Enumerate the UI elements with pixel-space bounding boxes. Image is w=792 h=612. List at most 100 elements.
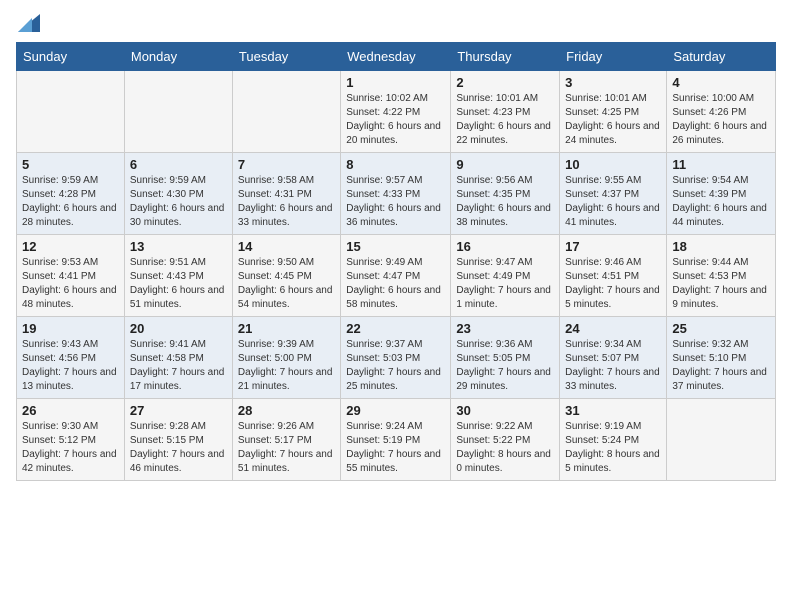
day-number: 8	[346, 157, 445, 172]
day-cell: 28 Sunrise: 9:26 AM Sunset: 5:17 PM Dayli…	[232, 399, 340, 481]
day-number: 21	[238, 321, 335, 336]
day-info: Sunrise: 9:32 AM Sunset: 5:10 PM Dayligh…	[672, 338, 770, 394]
day-number: 27	[130, 403, 227, 418]
day-info: Sunrise: 9:22 AM Sunset: 5:22 PM Dayligh…	[456, 420, 554, 476]
day-info: Sunrise: 9:56 AM Sunset: 4:35 PM Dayligh…	[456, 174, 554, 230]
day-cell: 12Sunrise: 9:53 AM Sunset: 4:41 PM Dayli…	[17, 235, 125, 317]
weekday-header-tuesday: Tuesday	[232, 43, 340, 71]
day-cell: 13 Sunrise: 9:51 AM Sunset: 4:43 PM Dayli…	[124, 235, 232, 317]
day-number: 19	[22, 321, 119, 336]
day-number: 15	[346, 239, 445, 254]
day-cell: 7 Sunrise: 9:58 AM Sunset: 4:31 PM Daylig…	[232, 153, 340, 235]
day-number: 25	[672, 321, 770, 336]
day-cell: 5Sunrise: 9:59 AM Sunset: 4:28 PM Daylig…	[17, 153, 125, 235]
day-number: 14	[238, 239, 335, 254]
day-number: 9	[456, 157, 554, 172]
day-cell: 23 Sunrise: 9:36 AM Sunset: 5:05 PM Dayli…	[451, 317, 560, 399]
day-cell: 22 Sunrise: 9:37 AM Sunset: 5:03 PM Dayli…	[341, 317, 451, 399]
day-cell: 14 Sunrise: 9:50 AM Sunset: 4:45 PM Dayli…	[232, 235, 340, 317]
day-number: 10	[565, 157, 661, 172]
day-info: Sunrise: 9:30 AM Sunset: 5:12 PM Dayligh…	[22, 420, 119, 476]
day-cell: 4 Sunrise: 10:00 AM Sunset: 4:26 PM Dayli…	[667, 71, 776, 153]
day-info: Sunrise: 9:54 AM Sunset: 4:39 PM Dayligh…	[672, 174, 770, 230]
day-info: Sunrise: 9:41 AM Sunset: 4:58 PM Dayligh…	[130, 338, 227, 394]
weekday-header-row: SundayMondayTuesdayWednesdayThursdayFrid…	[17, 43, 776, 71]
day-info: Sunrise: 9:44 AM Sunset: 4:53 PM Dayligh…	[672, 256, 770, 312]
day-number: 29	[346, 403, 445, 418]
weekday-header-friday: Friday	[560, 43, 667, 71]
week-row-1: 1 Sunrise: 10:02 AM Sunset: 4:22 PM Dayli…	[17, 71, 776, 153]
day-cell: 26Sunrise: 9:30 AM Sunset: 5:12 PM Dayli…	[17, 399, 125, 481]
day-cell: 10Sunrise: 9:55 AM Sunset: 4:37 PM Dayli…	[560, 153, 667, 235]
day-cell: 6 Sunrise: 9:59 AM Sunset: 4:30 PM Daylig…	[124, 153, 232, 235]
day-number: 18	[672, 239, 770, 254]
day-cell	[17, 71, 125, 153]
week-row-3: 12Sunrise: 9:53 AM Sunset: 4:41 PM Dayli…	[17, 235, 776, 317]
day-info: Sunrise: 9:19 AM Sunset: 5:24 PM Dayligh…	[565, 420, 661, 476]
day-info: Sunrise: 9:58 AM Sunset: 4:31 PM Dayligh…	[238, 174, 335, 230]
day-info: Sunrise: 9:24 AM Sunset: 5:19 PM Dayligh…	[346, 420, 445, 476]
day-cell: 21 Sunrise: 9:39 AM Sunset: 5:00 PM Dayli…	[232, 317, 340, 399]
day-number: 30	[456, 403, 554, 418]
day-info: Sunrise: 10:01 AM Sunset: 4:25 PM Daylig…	[565, 92, 661, 148]
day-info: Sunrise: 9:47 AM Sunset: 4:49 PM Dayligh…	[456, 256, 554, 312]
day-info: Sunrise: 9:34 AM Sunset: 5:07 PM Dayligh…	[565, 338, 661, 394]
day-number: 13	[130, 239, 227, 254]
day-cell: 25 Sunrise: 9:32 AM Sunset: 5:10 PM Dayli…	[667, 317, 776, 399]
day-number: 17	[565, 239, 661, 254]
weekday-header-sunday: Sunday	[17, 43, 125, 71]
day-number: 28	[238, 403, 335, 418]
day-cell: 2 Sunrise: 10:01 AM Sunset: 4:23 PM Dayli…	[451, 71, 560, 153]
day-number: 7	[238, 157, 335, 172]
day-info: Sunrise: 10:00 AM Sunset: 4:26 PM Daylig…	[672, 92, 770, 148]
header	[16, 16, 776, 32]
day-cell: 17Sunrise: 9:46 AM Sunset: 4:51 PM Dayli…	[560, 235, 667, 317]
day-number: 16	[456, 239, 554, 254]
day-number: 11	[672, 157, 770, 172]
day-number: 2	[456, 75, 554, 90]
day-cell: 11 Sunrise: 9:54 AM Sunset: 4:39 PM Dayli…	[667, 153, 776, 235]
day-info: Sunrise: 10:01 AM Sunset: 4:23 PM Daylig…	[456, 92, 554, 148]
day-number: 22	[346, 321, 445, 336]
weekday-header-thursday: Thursday	[451, 43, 560, 71]
day-number: 4	[672, 75, 770, 90]
week-row-5: 26Sunrise: 9:30 AM Sunset: 5:12 PM Dayli…	[17, 399, 776, 481]
day-number: 20	[130, 321, 227, 336]
day-cell: 18 Sunrise: 9:44 AM Sunset: 4:53 PM Dayli…	[667, 235, 776, 317]
day-number: 1	[346, 75, 445, 90]
day-info: Sunrise: 9:49 AM Sunset: 4:47 PM Dayligh…	[346, 256, 445, 312]
day-cell: 8 Sunrise: 9:57 AM Sunset: 4:33 PM Daylig…	[341, 153, 451, 235]
week-row-4: 19 Sunrise: 9:43 AM Sunset: 4:56 PM Dayli…	[17, 317, 776, 399]
day-info: Sunrise: 9:50 AM Sunset: 4:45 PM Dayligh…	[238, 256, 335, 312]
day-cell	[667, 399, 776, 481]
logo-icon	[18, 14, 40, 32]
day-cell: 31 Sunrise: 9:19 AM Sunset: 5:24 PM Dayli…	[560, 399, 667, 481]
day-info: Sunrise: 9:39 AM Sunset: 5:00 PM Dayligh…	[238, 338, 335, 394]
day-cell: 29 Sunrise: 9:24 AM Sunset: 5:19 PM Dayli…	[341, 399, 451, 481]
day-number: 31	[565, 403, 661, 418]
day-number: 3	[565, 75, 661, 90]
day-number: 24	[565, 321, 661, 336]
weekday-header-monday: Monday	[124, 43, 232, 71]
day-number: 6	[130, 157, 227, 172]
calendar-table: SundayMondayTuesdayWednesdayThursdayFrid…	[16, 42, 776, 481]
day-info: Sunrise: 9:37 AM Sunset: 5:03 PM Dayligh…	[346, 338, 445, 394]
day-info: Sunrise: 9:51 AM Sunset: 4:43 PM Dayligh…	[130, 256, 227, 312]
day-cell: 30 Sunrise: 9:22 AM Sunset: 5:22 PM Dayli…	[451, 399, 560, 481]
day-info: Sunrise: 9:26 AM Sunset: 5:17 PM Dayligh…	[238, 420, 335, 476]
day-info: Sunrise: 9:57 AM Sunset: 4:33 PM Dayligh…	[346, 174, 445, 230]
day-cell: 20 Sunrise: 9:41 AM Sunset: 4:58 PM Dayli…	[124, 317, 232, 399]
day-info: Sunrise: 9:28 AM Sunset: 5:15 PM Dayligh…	[130, 420, 227, 476]
day-cell: 24 Sunrise: 9:34 AM Sunset: 5:07 PM Dayli…	[560, 317, 667, 399]
day-info: Sunrise: 9:36 AM Sunset: 5:05 PM Dayligh…	[456, 338, 554, 394]
day-info: Sunrise: 9:59 AM Sunset: 4:30 PM Dayligh…	[130, 174, 227, 230]
week-row-2: 5Sunrise: 9:59 AM Sunset: 4:28 PM Daylig…	[17, 153, 776, 235]
day-cell: 15 Sunrise: 9:49 AM Sunset: 4:47 PM Dayli…	[341, 235, 451, 317]
day-cell: 3 Sunrise: 10:01 AM Sunset: 4:25 PM Dayli…	[560, 71, 667, 153]
day-cell: 27 Sunrise: 9:28 AM Sunset: 5:15 PM Dayli…	[124, 399, 232, 481]
day-number: 23	[456, 321, 554, 336]
day-info: Sunrise: 9:53 AM Sunset: 4:41 PM Dayligh…	[22, 256, 119, 312]
day-info: Sunrise: 9:43 AM Sunset: 4:56 PM Dayligh…	[22, 338, 119, 394]
day-cell: 9 Sunrise: 9:56 AM Sunset: 4:35 PM Daylig…	[451, 153, 560, 235]
day-info: Sunrise: 10:02 AM Sunset: 4:22 PM Daylig…	[346, 92, 445, 148]
